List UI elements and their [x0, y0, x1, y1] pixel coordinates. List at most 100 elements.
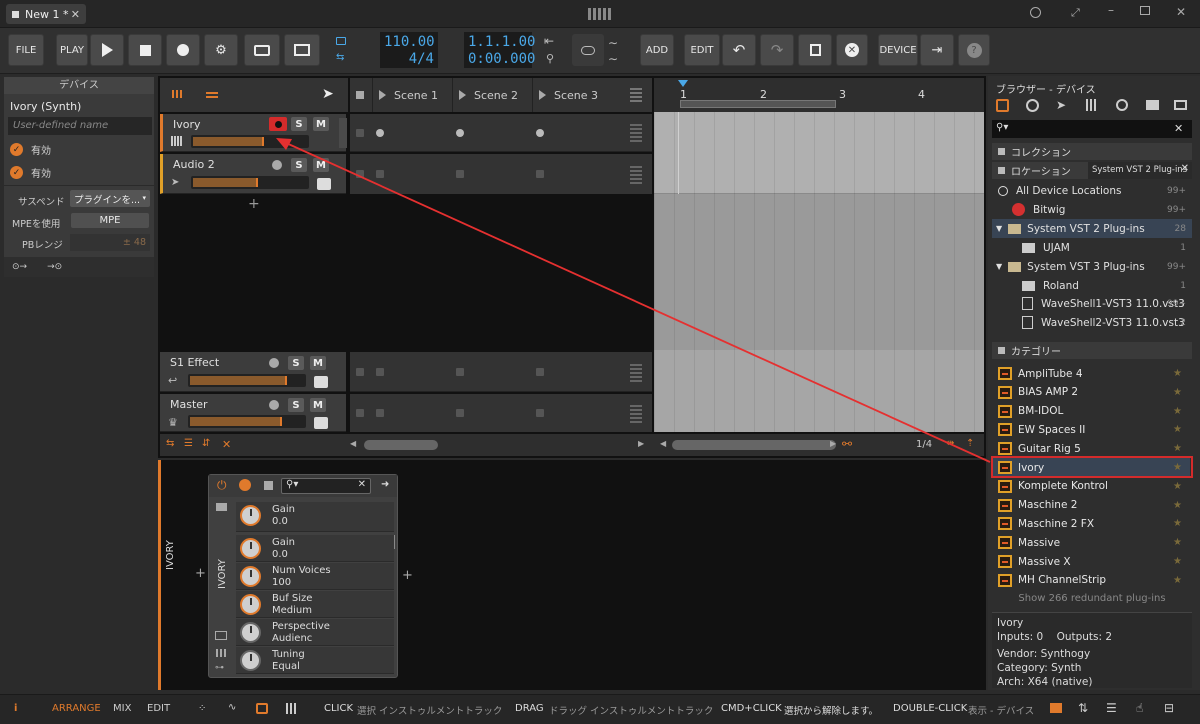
- monitor-button[interactable]: [266, 356, 282, 370]
- zoom-value[interactable]: 1/4: [916, 439, 932, 450]
- clip-slot[interactable]: [456, 368, 464, 376]
- favorite-star-icon[interactable]: ★: [1173, 556, 1182, 567]
- stop-slot[interactable]: [356, 170, 364, 178]
- punch-icon[interactable]: ⇤: [544, 34, 554, 48]
- gain-knob[interactable]: [240, 505, 261, 526]
- expand-icon[interactable]: ▼: [996, 262, 1002, 271]
- folder-icon[interactable]: [216, 503, 227, 511]
- tempo-display[interactable]: 110.00 4/4: [380, 32, 438, 68]
- grid-icon[interactable]: [216, 649, 226, 657]
- dotted-icon[interactable]: ⁘: [198, 703, 206, 714]
- redundant-plugins-link[interactable]: Show 266 redundant plug-ins: [992, 593, 1192, 604]
- remote-controls-icon[interactable]: [264, 481, 273, 490]
- timeline-area[interactable]: [654, 112, 984, 432]
- arrows-icon[interactable]: ⇆: [336, 52, 344, 63]
- browser-toggle-icon[interactable]: [1050, 703, 1062, 713]
- category-item[interactable]: Komplete Kontrol ★: [992, 477, 1190, 496]
- favorite-star-icon[interactable]: ★: [1173, 424, 1182, 435]
- pb-range-value[interactable]: ± 48: [70, 234, 150, 251]
- solo-button[interactable]: S: [291, 117, 307, 131]
- favorite-star-icon[interactable]: ★: [1173, 500, 1182, 511]
- device-button[interactable]: DEVICE: [878, 34, 918, 66]
- snap-icon[interactable]: ⚯: [842, 437, 852, 451]
- monitor-button[interactable]: [269, 158, 285, 172]
- route-in-icon[interactable]: ⊙→: [12, 262, 27, 272]
- footer-tool-icon[interactable]: ☰: [184, 438, 193, 449]
- location-vst2[interactable]: ▼ System VST 2 Plug-ins 28: [992, 219, 1192, 238]
- close-location-icon[interactable]: ✕: [1181, 163, 1189, 174]
- overdub-button[interactable]: [284, 34, 320, 66]
- location-bitwig[interactable]: Bitwig 99+: [992, 200, 1192, 219]
- collection-section[interactable]: コレクション: [992, 143, 1192, 160]
- scene-3-header[interactable]: Scene 3: [532, 78, 612, 112]
- param-num-voices[interactable]: Num Voices 100: [236, 563, 394, 590]
- power-icon[interactable]: ⏻: [217, 478, 227, 493]
- sort-icon[interactable]: ⇅: [1078, 701, 1088, 715]
- param-gain-main[interactable]: Gain 0.0: [236, 502, 394, 532]
- enable-checkbox-2[interactable]: ✓ 有効: [10, 165, 51, 180]
- record-indicator-icon[interactable]: [1030, 7, 1041, 18]
- category-section[interactable]: カテゴリー: [992, 342, 1192, 359]
- location-tab[interactable]: System VST 2 Plug-ins ✕: [1088, 162, 1192, 179]
- scene-grip-icon[interactable]: [630, 88, 642, 102]
- stop-slot[interactable]: [356, 368, 364, 376]
- timeline-icon[interactable]: [206, 90, 218, 98]
- track-menu-icon[interactable]: [317, 178, 331, 190]
- pointer-tool-icon[interactable]: ➤: [322, 86, 334, 102]
- solo-button[interactable]: S: [291, 158, 307, 172]
- mpe-button[interactable]: MPE: [70, 212, 150, 229]
- play-menu-button[interactable]: PLAY: [56, 34, 88, 66]
- category-item[interactable]: AmpliTube 4 ★: [992, 364, 1190, 383]
- position-display[interactable]: 1.1.1.00 0:00.000: [464, 32, 535, 68]
- param-gain[interactable]: Gain 0.0: [236, 535, 394, 562]
- copy-button[interactable]: [798, 34, 832, 66]
- clip-slot-record[interactable]: [536, 129, 544, 137]
- stop-slot[interactable]: [356, 409, 364, 417]
- panel-icon[interactable]: ⊟: [1164, 701, 1174, 715]
- delete-button[interactable]: ✕: [836, 34, 868, 66]
- crossfade-icon[interactable]: ∼: [608, 52, 618, 66]
- favorite-star-icon[interactable]: ★: [1173, 387, 1182, 398]
- favorite-star-icon[interactable]: ★: [1173, 368, 1182, 379]
- expand-icon[interactable]: ▼: [996, 224, 1002, 233]
- clip-slot[interactable]: [376, 170, 384, 178]
- location-vst3[interactable]: ▼ System VST 3 Plug-ins 99+: [992, 257, 1192, 276]
- clip-slot[interactable]: [376, 368, 384, 376]
- track-ivory[interactable]: Ivory S M: [160, 114, 347, 152]
- buffer-knob[interactable]: [240, 594, 261, 615]
- metronome-icon[interactable]: [336, 37, 346, 45]
- favorite-star-icon[interactable]: ★: [1173, 406, 1182, 417]
- category-item[interactable]: Maschine 2 ★: [992, 496, 1190, 515]
- settings-icon[interactable]: ☰: [1106, 701, 1117, 715]
- scroll-right-icon[interactable]: ▶: [638, 439, 644, 448]
- clips-tab-icon[interactable]: [1146, 100, 1159, 110]
- fade-icon[interactable]: ∼: [608, 36, 618, 50]
- stop-slot[interactable]: [356, 129, 364, 137]
- maximize-icon[interactable]: [1140, 6, 1150, 15]
- loop-button[interactable]: [572, 34, 604, 66]
- music-tab-icon[interactable]: [1116, 99, 1128, 111]
- perspective-knob[interactable]: [240, 622, 261, 643]
- fullscreen-icon[interactable]: ⤢: [1071, 6, 1080, 20]
- location-roland[interactable]: Roland 1: [992, 276, 1192, 295]
- favorite-star-icon[interactable]: ★: [1173, 443, 1182, 454]
- favorite-star-icon[interactable]: ★: [1173, 537, 1182, 548]
- mute-button[interactable]: M: [310, 356, 326, 370]
- close-window-icon[interactable]: ✕: [1176, 5, 1186, 19]
- location-section[interactable]: ロケーション System VST 2 Plug-ins ✕: [992, 162, 1192, 179]
- screen-icon[interactable]: [215, 631, 227, 640]
- category-item[interactable]: Massive ★: [992, 533, 1190, 552]
- track-menu-icon[interactable]: [314, 376, 328, 388]
- print-button[interactable]: [244, 34, 280, 66]
- category-item[interactable]: MH ChannelStrip ★: [992, 571, 1190, 590]
- monitor-button[interactable]: [266, 398, 282, 412]
- samples-tab-icon[interactable]: ➤: [1056, 98, 1066, 112]
- clip-slot-record[interactable]: [456, 129, 464, 137]
- solo-button[interactable]: S: [288, 356, 304, 370]
- clip-slot[interactable]: [376, 409, 384, 417]
- time-signature[interactable]: 4/4: [384, 51, 434, 68]
- beat-position[interactable]: 1.1.1.00: [468, 34, 535, 51]
- favorite-star-icon[interactable]: ★: [1173, 575, 1182, 586]
- location-all[interactable]: All Device Locations 99+: [992, 181, 1192, 200]
- mixer-icon[interactable]: [286, 703, 297, 714]
